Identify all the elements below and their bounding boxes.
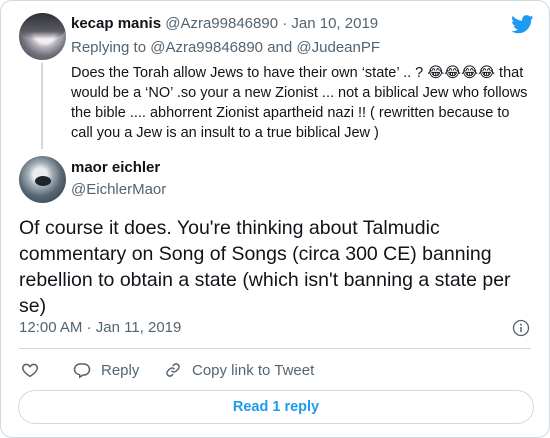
reply-separator: · xyxy=(282,15,288,32)
heart-icon xyxy=(21,363,39,378)
reply-date[interactable]: Jan 10, 2019 xyxy=(291,15,378,32)
thread-connector-line xyxy=(41,63,43,149)
main-tweet-timestamp[interactable]: 12:00 AM · Jan 11, 2019 xyxy=(19,319,181,336)
replying-to-user-1[interactable]: @Azra99846890 xyxy=(150,39,263,56)
replying-to-prefix: Replying to xyxy=(71,39,147,56)
reply-author-name[interactable]: kecap manis xyxy=(71,15,161,32)
read-replies-button[interactable]: Read 1 reply xyxy=(18,390,534,424)
reply-tweet-header: kecap manis @Azra99846890 · Jan 10, 2019 xyxy=(71,15,378,32)
link-icon xyxy=(166,363,180,377)
read-replies-label[interactable]: Read 1 reply xyxy=(233,399,319,415)
main-tweet-date[interactable]: Jan 11, 2019 xyxy=(96,319,182,336)
main-tweet-text: Of course it does. You're thinking about… xyxy=(19,217,511,317)
embedded-tweet-card: kecap manis @Azra99846890 · Jan 10, 2019… xyxy=(0,0,550,438)
twitter-bird-icon[interactable] xyxy=(511,15,534,34)
copy-link-button[interactable]: Copy link to Tweet xyxy=(164,361,314,379)
like-button[interactable] xyxy=(21,361,39,379)
reply-author-handle[interactable]: @Azra99846890 xyxy=(165,15,278,32)
replying-to-user-2[interactable]: @JudeanPF xyxy=(296,39,380,56)
reply-button[interactable]: Reply xyxy=(73,361,139,379)
reply-tweet-text: Does the Torah allow Jews to have their … xyxy=(71,65,528,141)
main-tweet-time[interactable]: 12:00 AM xyxy=(19,319,82,336)
replying-to-line: Replying to @Azra99846890 and @JudeanPF xyxy=(71,39,380,56)
replying-to-and: and xyxy=(267,39,293,56)
avatar-maor-eichler[interactable] xyxy=(19,156,66,203)
avatar-kecap-manis[interactable] xyxy=(19,13,66,60)
main-author-name[interactable]: maor eichler xyxy=(71,159,160,176)
main-author-handle[interactable]: @EichlerMaor xyxy=(71,181,166,198)
info-icon[interactable] xyxy=(512,319,530,337)
main-tweet-separator: · xyxy=(86,319,92,336)
reply-bubble-icon xyxy=(73,363,91,379)
reply-label[interactable]: Reply xyxy=(101,362,139,379)
action-divider xyxy=(19,348,531,349)
copy-link-label[interactable]: Copy link to Tweet xyxy=(192,362,314,379)
